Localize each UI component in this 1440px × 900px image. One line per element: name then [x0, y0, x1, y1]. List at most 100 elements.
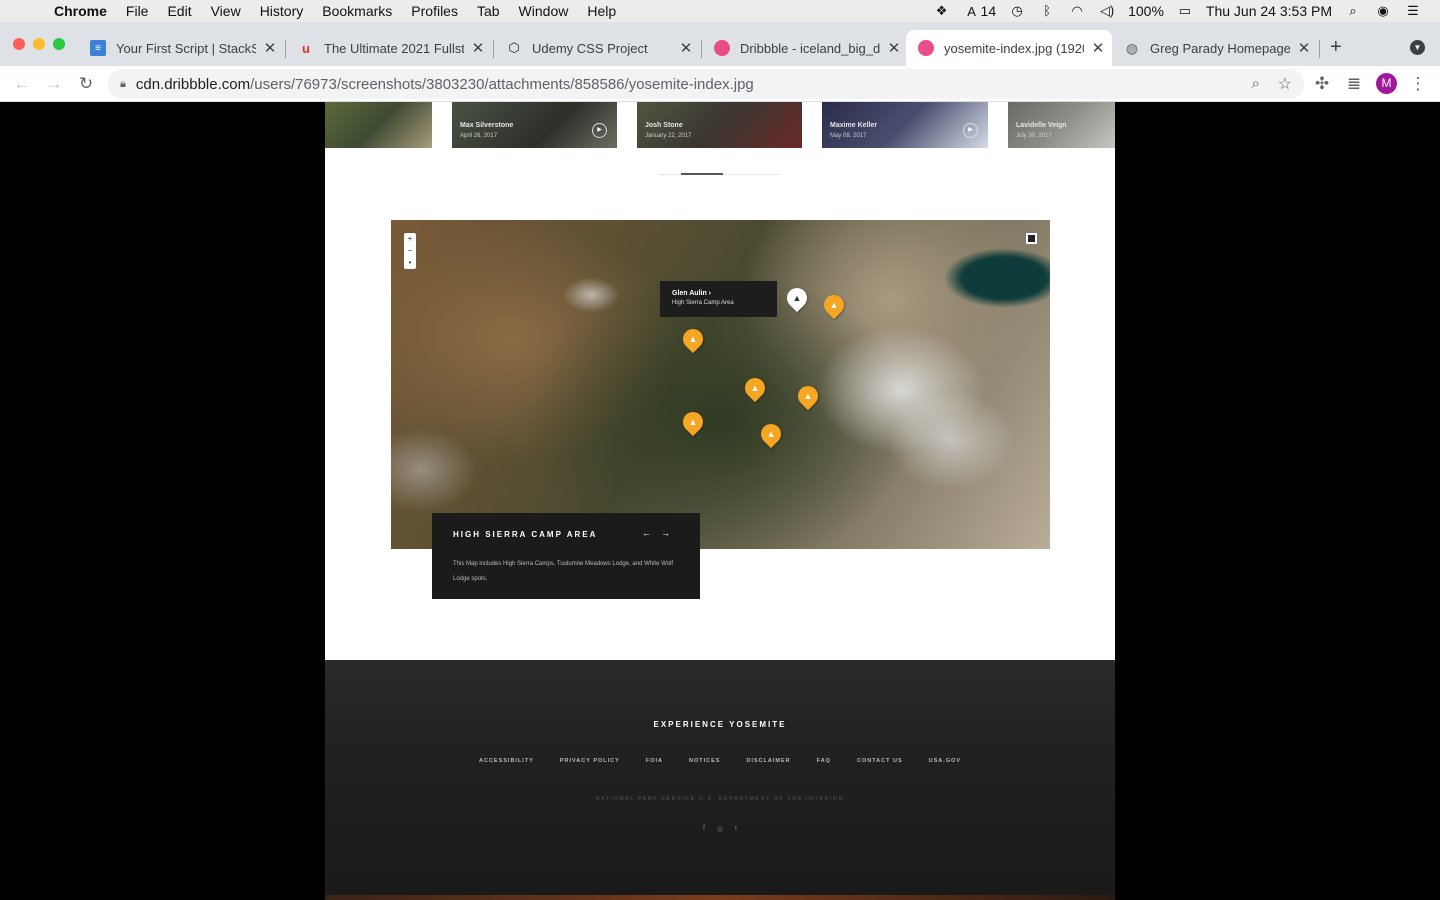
spotlight-search-icon[interactable]: ⌕ — [1344, 4, 1362, 18]
tent-icon: ▲ — [792, 293, 802, 303]
extensions-puzzle-icon[interactable]: ✣ — [1311, 73, 1333, 95]
menu-file[interactable]: File — [126, 3, 149, 19]
adobe-icon: A — [967, 4, 976, 19]
chrome-menu-kebab-icon[interactable]: ⋮ — [1407, 73, 1429, 95]
gallery-card[interactable] — [325, 102, 432, 148]
close-window-button[interactable] — [13, 38, 25, 50]
footer-link-foia[interactable]: FOIA — [646, 758, 663, 764]
battery-percent[interactable]: 100% — [1128, 3, 1164, 19]
tent-icon: ▲ — [766, 429, 776, 439]
play-icon[interactable]: ▶ — [963, 123, 978, 138]
menu-tab[interactable]: Tab — [477, 3, 500, 19]
menu-window[interactable]: Window — [519, 3, 569, 19]
profile-avatar[interactable]: M — [1376, 73, 1397, 94]
menu-help[interactable]: Help — [587, 3, 616, 19]
menu-bookmarks[interactable]: Bookmarks — [322, 3, 392, 19]
new-tab-plus-icon[interactable]: + — [1330, 36, 1342, 59]
menu-history[interactable]: History — [260, 3, 304, 19]
map-pin[interactable]: ▲ — [678, 324, 708, 354]
menu-edit[interactable]: Edit — [167, 3, 191, 19]
tab-udemy-css-project[interactable]: ⬡ Udemy CSS Project ✕ — [494, 30, 700, 66]
tab-title: Udemy CSS Project — [532, 40, 648, 56]
close-tab-icon[interactable]: ✕ — [886, 39, 902, 57]
footer-link-disclaimer[interactable]: DISCLAIMER — [746, 758, 790, 764]
close-tab-icon[interactable]: ✕ — [262, 39, 278, 57]
zoom-magnifier-icon[interactable]: ⌕ — [1252, 75, 1260, 92]
tab-search-chevron-icon[interactable]: ▼ — [1410, 40, 1425, 55]
adobe-status[interactable]: A 14 — [963, 3, 996, 19]
info-card-title: HIGH SIERRA CAMP AREA — [453, 530, 598, 539]
tent-icon: ▲ — [688, 334, 698, 344]
lock-icon[interactable]: 🔒︎ — [120, 78, 126, 91]
twitter-icon[interactable]: t — [735, 825, 737, 833]
map-location-tooltip[interactable]: Glen Aulin › High Sierra Camp Area — [660, 281, 777, 317]
map-pin[interactable]: ▲ — [740, 373, 770, 403]
map-pin[interactable]: ▲ — [819, 290, 849, 320]
menu-view[interactable]: View — [211, 3, 241, 19]
forward-arrow-icon[interactable]: → — [43, 73, 65, 95]
map-pin[interactable]: ▲ — [756, 419, 786, 449]
codesandbox-favicon-icon: ⬡ — [508, 40, 520, 55]
url-host: cdn.dribbble.com — [135, 75, 251, 93]
tab-greg-parady[interactable]: ◍ Greg Parady Homepage ✕ — [1112, 30, 1318, 66]
zoom-in-button[interactable]: + — [404, 233, 416, 245]
map-pin-selected[interactable]: ▲ — [782, 283, 812, 313]
reload-icon[interactable]: ↻ — [75, 73, 97, 95]
play-icon[interactable]: ▶ — [592, 123, 607, 138]
menubar-clock[interactable]: Thu Jun 24 3:53 PM — [1206, 3, 1332, 19]
satellite-map[interactable]: + − • Glen Aulin › High Sierra Camp Area… — [391, 220, 1050, 549]
footer-link-faq[interactable]: FAQ — [817, 758, 831, 764]
map-pin[interactable]: ▲ — [793, 381, 823, 411]
siri-icon[interactable]: ◉ — [1374, 4, 1392, 18]
facebook-icon[interactable]: f — [703, 825, 705, 833]
control-center-icon[interactable]: ☰ — [1404, 4, 1422, 18]
zoom-window-button[interactable] — [53, 38, 65, 50]
close-tab-icon[interactable]: ✕ — [1090, 39, 1106, 57]
footer-title: EXPERIENCE YOSEMITE — [653, 720, 787, 729]
tab-yosemite-image-active[interactable]: yosemite-index.jpg (1920 ✕ — [906, 30, 1112, 66]
wifi-icon[interactable]: ◠ — [1068, 4, 1086, 18]
instagram-icon[interactable]: ◎ — [717, 825, 723, 833]
back-arrow-icon[interactable]: ← — [11, 73, 33, 95]
gallery-card[interactable]: Max Silverstone April 26, 2017 ▶ — [452, 102, 617, 148]
close-tab-icon[interactable]: ✕ — [470, 39, 486, 57]
fullscreen-icon[interactable] — [1026, 233, 1037, 244]
locate-button[interactable]: • — [404, 257, 416, 269]
gallery-card[interactable]: Lavidelle Veign July 30, 2017 — [1008, 102, 1115, 148]
address-bar[interactable]: 🔒︎ cdn.dribbble.com/users/76973/screensh… — [108, 69, 1304, 99]
reading-list-icon[interactable]: ≣ — [1343, 73, 1365, 95]
gallery-card-name: Maxime Keller — [830, 122, 878, 129]
volume-icon[interactable]: ◁) — [1098, 4, 1116, 18]
tab-title: Dribbble - iceland_big_dribbble — [740, 40, 880, 56]
tab-fullstack-course[interactable]: u The Ultimate 2021 Fullstack ✕ — [286, 30, 492, 66]
menu-app-chrome[interactable]: Chrome — [54, 3, 107, 19]
tab-stackskills[interactable]: ≡ Your First Script | StackSkills ✕ — [78, 30, 284, 66]
footer-link-contact[interactable]: CONTACT US — [857, 758, 903, 764]
menu-profiles[interactable]: Profiles — [411, 3, 458, 19]
tab-dribbble-iceland[interactable]: Dribbble - iceland_big_dribbble ✕ — [702, 30, 908, 66]
next-arrow-icon[interactable]: → — [661, 528, 680, 538]
gallery-pagination[interactable] — [658, 173, 779, 175]
gallery-card-name: Lavidelle Veign — [1016, 122, 1067, 129]
close-tab-icon[interactable]: ✕ — [1296, 39, 1312, 57]
camp-area-info-card: HIGH SIERRA CAMP AREA ←→ This Map includ… — [432, 513, 700, 599]
footer-link-privacy[interactable]: PRIVACY POLICY — [560, 758, 620, 764]
footer-link-usagov[interactable]: USA.GOV — [929, 758, 961, 764]
bookmark-star-icon[interactable]: ☆ — [1278, 74, 1292, 94]
footer-link-notices[interactable]: NOTICES — [689, 758, 720, 764]
time-machine-icon[interactable]: ◷ — [1008, 4, 1026, 18]
bluetooth-icon[interactable]: ᛒ — [1038, 4, 1056, 18]
gallery-card[interactable]: Maxime Keller May 08, 2017 ▶ — [822, 102, 988, 148]
close-tab-icon[interactable]: ✕ — [678, 39, 694, 57]
map-pin[interactable]: ▲ — [678, 407, 708, 437]
gallery-card[interactable]: Josh Stone January 22, 2017 — [637, 102, 802, 148]
gallery-card-name: Max Silverstone — [460, 122, 514, 129]
prev-arrow-icon[interactable]: ← — [642, 528, 661, 538]
zoom-out-button[interactable]: − — [404, 245, 416, 257]
dribbble-favicon-icon — [714, 40, 730, 56]
dropbox-icon[interactable]: ❖ — [933, 4, 951, 18]
dribbble-favicon-icon — [918, 40, 934, 56]
minimize-window-button[interactable] — [33, 38, 45, 50]
footer-link-accessibility[interactable]: ACCESSIBILITY — [479, 758, 534, 764]
browser-toolbar: ← → ↻ 🔒︎ cdn.dribbble.com/users/76973/sc… — [0, 66, 1440, 102]
